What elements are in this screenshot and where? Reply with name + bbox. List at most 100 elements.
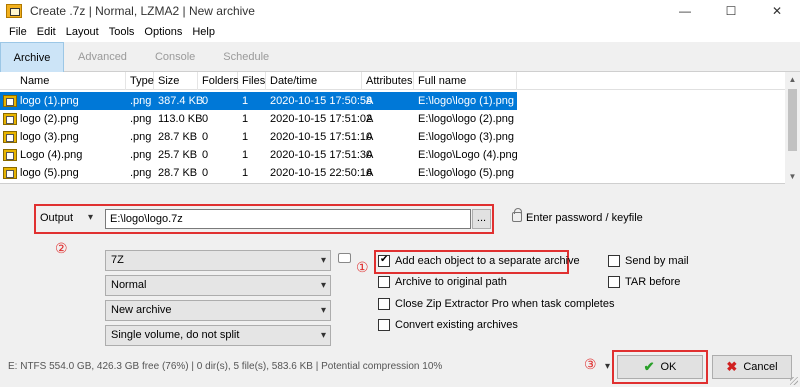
- output-path-input[interactable]: E:\logo\logo.7z: [105, 209, 471, 229]
- format-select-value: 7Z: [111, 254, 124, 266]
- checkbox-label: Send by mail: [625, 255, 689, 267]
- cell-fullname: E:\logo\logo (3).png: [418, 131, 515, 143]
- browse-button[interactable]: ...: [472, 209, 491, 229]
- tab-bar: Archive Advanced Console Schedule: [0, 42, 800, 72]
- maximize-button[interactable]: ☐: [708, 0, 754, 22]
- column-attributes[interactable]: Attributes: [362, 72, 414, 90]
- annotation-two: ②: [55, 240, 68, 256]
- menu-file[interactable]: File: [4, 26, 32, 38]
- checkbox-tar-before[interactable]: TAR before: [608, 276, 680, 288]
- checkbox-convert-existing[interactable]: Convert existing archives: [378, 319, 518, 331]
- column-type[interactable]: Type: [126, 72, 154, 90]
- checkbox-label: Archive to original path: [395, 276, 507, 288]
- column-name[interactable]: Name: [16, 72, 126, 90]
- table-row[interactable]: logo (3).png .png 28.7 KB 0 1 2020-10-15…: [0, 128, 517, 146]
- split-select[interactable]: Single volume, do not split ▾: [105, 325, 331, 346]
- scroll-thumb[interactable]: [788, 89, 797, 151]
- mode-select[interactable]: New archive ▾: [105, 300, 331, 321]
- resize-grip-icon[interactable]: [788, 375, 798, 385]
- minimize-button[interactable]: —: [662, 0, 708, 22]
- menu-options[interactable]: Options: [139, 26, 187, 38]
- table-row[interactable]: logo (5).png .png 28.7 KB 0 1 2020-10-15…: [0, 164, 517, 182]
- ok-label: OK: [660, 361, 677, 373]
- title-bar: Create .7z | Normal, LZMA2 | New archive…: [0, 0, 800, 22]
- cell-type: .png: [130, 167, 152, 179]
- png-file-icon: [3, 95, 17, 107]
- cell-files: 1: [242, 149, 249, 161]
- tab-console[interactable]: Console: [141, 42, 209, 72]
- file-list[interactable]: Name Type Size Folders Files Date/time A…: [0, 72, 800, 184]
- column-folders[interactable]: Folders: [198, 72, 239, 90]
- cell-datetime: 2020-10-15 17:50:58: [270, 95, 373, 107]
- level-select-value: Normal: [111, 279, 147, 291]
- column-fullname[interactable]: Full name: [414, 72, 517, 90]
- checkbox-box[interactable]: [378, 254, 390, 267]
- png-file-icon: [3, 149, 17, 161]
- column-files[interactable]: Files: [238, 72, 266, 90]
- table-row[interactable]: logo (1).png .png 387.4 KB 0 1 2020-10-1…: [0, 92, 517, 110]
- cell-size: 28.7 KB: [158, 167, 198, 179]
- cell-type: .png: [130, 95, 152, 107]
- checkbox-label: Close Zip Extractor Pro when task comple…: [395, 298, 615, 310]
- menu-tools[interactable]: Tools: [104, 26, 140, 38]
- cancel-label: Cancel: [743, 361, 778, 373]
- cell-files: 1: [242, 167, 249, 179]
- checkbox-archive-original-path[interactable]: Archive to original path: [378, 276, 507, 288]
- cancel-button[interactable]: ✖ Cancel: [712, 355, 792, 379]
- png-file-icon: [3, 131, 17, 143]
- ok-button[interactable]: ✔ OK: [617, 355, 703, 379]
- cell-datetime: 2020-10-15 22:50:16: [270, 167, 373, 179]
- tab-archive[interactable]: Archive: [0, 42, 64, 72]
- output-dropdown-chevron-icon[interactable]: ▾: [88, 212, 93, 223]
- scroll-up-icon[interactable]: ▲: [785, 72, 800, 87]
- tab-advanced[interactable]: Advanced: [64, 42, 141, 72]
- cell-size: 387.4 KB: [158, 95, 204, 107]
- table-row[interactable]: logo (2).png .png 113.0 KB 0 1 2020-10-1…: [0, 110, 517, 128]
- checkbox-add-each-separate[interactable]: Add each object to a separate archive: [378, 254, 580, 267]
- cell-attributes: A: [366, 149, 374, 161]
- level-select[interactable]: Normal ▾: [105, 275, 331, 296]
- cell-size: 113.0 KB: [158, 113, 203, 125]
- column-datetime[interactable]: Date/time: [266, 72, 362, 90]
- checkbox-box[interactable]: [608, 255, 620, 267]
- mode-select-value: New archive: [111, 304, 172, 316]
- comment-icon[interactable]: [338, 253, 351, 263]
- menu-bar: File Edit Layout Tools Options Help: [0, 22, 800, 42]
- cell-folders: 0: [202, 95, 209, 107]
- column-size[interactable]: Size: [154, 72, 198, 90]
- checkmark-icon: ✔: [643, 359, 655, 374]
- scroll-down-icon[interactable]: ▼: [785, 169, 800, 184]
- menu-help[interactable]: Help: [187, 26, 220, 38]
- checkbox-close-when-complete[interactable]: Close Zip Extractor Pro when task comple…: [378, 298, 614, 310]
- checkbox-label: TAR before: [625, 276, 681, 288]
- cell-name: Logo (4).png: [20, 149, 83, 161]
- checkbox-box[interactable]: [608, 276, 620, 288]
- cell-name: logo (3).png: [20, 131, 79, 143]
- checkbox-label: Convert existing archives: [395, 319, 518, 331]
- cell-fullname: E:\logo\logo (5).png: [418, 167, 515, 179]
- list-header: Name Type Size Folders Files Date/time A…: [0, 72, 785, 90]
- password-keyfile-link[interactable]: Enter password / keyfile: [526, 212, 643, 224]
- checkbox-box[interactable]: [378, 276, 390, 288]
- more-options-chevron-icon[interactable]: ▾: [605, 361, 610, 372]
- close-button[interactable]: ✕: [754, 0, 800, 22]
- tab-schedule[interactable]: Schedule: [209, 42, 283, 72]
- menu-edit[interactable]: Edit: [32, 26, 61, 38]
- cell-files: 1: [242, 113, 249, 125]
- checkbox-send-by-mail[interactable]: Send by mail: [608, 255, 689, 267]
- list-scrollbar[interactable]: ▲ ▼: [785, 72, 800, 184]
- chevron-down-icon: ▾: [320, 305, 326, 316]
- cell-fullname: E:\logo\logo (2).png: [418, 113, 515, 125]
- output-label: Output: [40, 212, 74, 224]
- window-controls: — ☐ ✕: [662, 0, 800, 22]
- chevron-down-icon: ▾: [320, 255, 326, 266]
- checkbox-box[interactable]: [378, 298, 390, 310]
- cell-attributes: A: [366, 131, 374, 143]
- lock-icon[interactable]: [512, 208, 522, 222]
- menu-layout[interactable]: Layout: [61, 26, 104, 38]
- checkbox-box[interactable]: [378, 319, 390, 331]
- table-row[interactable]: Logo (4).png .png 25.7 KB 0 1 2020-10-15…: [0, 146, 518, 164]
- cell-size: 25.7 KB: [158, 149, 198, 161]
- format-select[interactable]: 7Z ▾: [105, 250, 331, 271]
- chevron-down-icon: ▾: [320, 280, 326, 291]
